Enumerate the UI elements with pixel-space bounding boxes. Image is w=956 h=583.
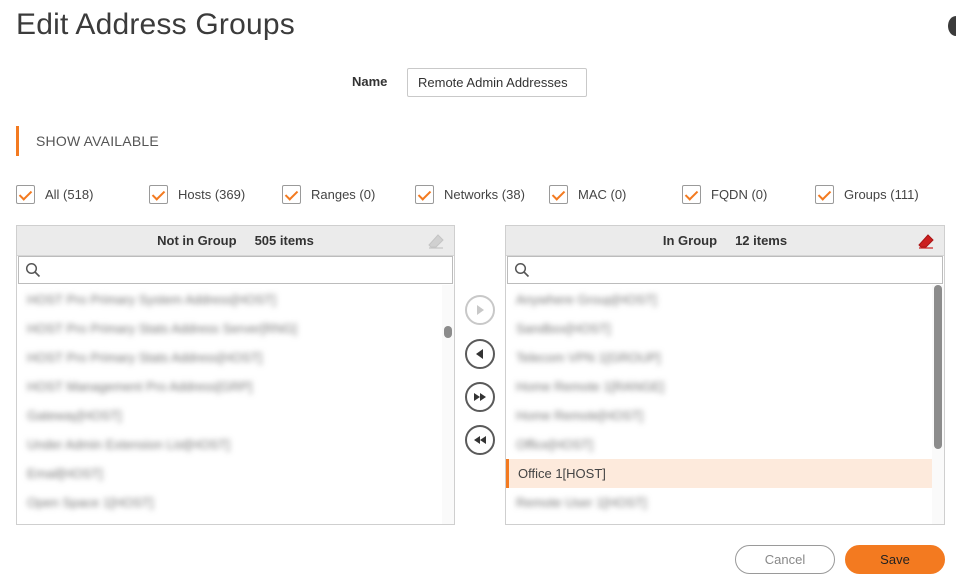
page-title: Edit Address Groups xyxy=(16,8,295,41)
filter-checkbox[interactable] xyxy=(549,185,568,204)
not-in-group-list: HOST Pro Primary System Address[HOST] HOS… xyxy=(17,285,442,524)
list-item[interactable]: HOST Pro Primary Stats Address Server[RN… xyxy=(17,314,442,343)
search-icon xyxy=(514,262,530,278)
list-item[interactable]: Sandbox[HOST] xyxy=(506,314,932,343)
list-item[interactable]: Gateway[HOST] xyxy=(17,401,442,430)
eraser-icon xyxy=(428,234,444,249)
filter-checkbox[interactable] xyxy=(282,185,301,204)
in-group-search[interactable] xyxy=(507,256,943,284)
in-group-count: 12 items xyxy=(735,233,788,248)
filter-label: FQDN (0) xyxy=(711,187,768,202)
play-left-icon xyxy=(476,349,483,359)
move-right-button[interactable] xyxy=(465,295,495,325)
in-group-header: In Group 12 items xyxy=(506,226,944,256)
name-label: Name xyxy=(352,74,388,89)
list-item[interactable]: Office[HOST] xyxy=(506,430,932,459)
save-button[interactable]: Save xyxy=(845,545,945,574)
scrollbar-thumb[interactable] xyxy=(934,285,942,449)
list-item[interactable]: Anywhere Group[HOST] xyxy=(506,285,932,314)
show-available-header: SHOW AVAILABLE xyxy=(16,126,159,156)
search-icon xyxy=(25,262,41,278)
cancel-button[interactable]: Cancel xyxy=(735,545,835,574)
fast-forward-icon xyxy=(474,393,486,401)
filter-label: Hosts (369) xyxy=(178,187,246,202)
filter-checkbox[interactable] xyxy=(415,185,434,204)
move-all-right-button[interactable] xyxy=(465,382,495,412)
close-icon[interactable] xyxy=(948,16,956,36)
list-item-selected[interactable]: Office 1[HOST] xyxy=(506,459,932,488)
filter-label: Ranges (0) xyxy=(311,187,376,202)
in-group-list: Anywhere Group[HOST] Sandbox[HOST] Telecom… xyxy=(506,285,932,524)
filter-checkbox[interactable] xyxy=(149,185,168,204)
list-item[interactable]: Email[HOST] xyxy=(17,459,442,488)
filter-checkbox[interactable] xyxy=(815,185,834,204)
filter-checkbox[interactable] xyxy=(16,185,35,204)
list-item[interactable]: HOST Management Pro Address[GRP] xyxy=(17,372,442,401)
list-item[interactable]: Remote User 1[HOST] xyxy=(506,488,932,517)
list-item[interactable]: HOST Pro Primary System Address[HOST] xyxy=(17,285,442,314)
filter-option[interactable]: Ranges (0) xyxy=(282,185,375,204)
play-right-icon xyxy=(477,305,484,315)
list-item[interactable]: Open Space 1[HOST] xyxy=(17,488,442,517)
not-in-group-title: Not in Group xyxy=(157,233,237,248)
list-item[interactable]: Home Remote 1[RANGE] xyxy=(506,372,932,401)
filter-label: Groups (111) xyxy=(844,187,919,202)
list-item[interactable]: Under Admin Extension List[HOST] xyxy=(17,430,442,459)
filter-option[interactable]: FQDN (0) xyxy=(682,185,767,204)
filter-option[interactable]: Groups (111) xyxy=(815,185,919,204)
filter-option[interactable]: Networks (38) xyxy=(415,185,525,204)
in-group-title: In Group xyxy=(662,233,718,248)
not-in-group-count: 505 items xyxy=(254,233,314,248)
filter-label: All (518) xyxy=(45,187,94,202)
move-all-left-button[interactable] xyxy=(465,425,495,455)
filter-label: Networks (38) xyxy=(444,187,525,202)
in-group-scrollbar[interactable] xyxy=(932,285,944,524)
scrollbar-thumb[interactable] xyxy=(444,326,452,338)
filter-checkbox[interactable] xyxy=(682,185,701,204)
filter-label: MAC (0) xyxy=(578,187,627,202)
list-item[interactable]: Home Remote[HOST] xyxy=(506,401,932,430)
not-in-group-panel: Not in Group 505 items HOST Pro Primary … xyxy=(16,225,455,525)
list-item[interactable]: HOST Pro Primary Stats Address[HOST] xyxy=(17,343,442,372)
filter-option[interactable]: All (518) xyxy=(16,185,93,204)
not-in-group-scrollbar[interactable] xyxy=(442,285,454,524)
in-group-panel: In Group 12 items Anywhere Group[HOST] Sa… xyxy=(505,225,945,525)
not-in-group-search[interactable] xyxy=(18,256,453,284)
filter-option[interactable]: Hosts (369) xyxy=(149,185,245,204)
filter-option[interactable]: MAC (0) xyxy=(549,185,626,204)
not-in-group-header: Not in Group 505 items xyxy=(17,226,454,256)
name-input[interactable] xyxy=(407,68,587,97)
list-item[interactable]: Telecom VPN 1[GROUP] xyxy=(506,343,932,372)
move-left-button[interactable] xyxy=(465,339,495,369)
clear-eraser-icon[interactable] xyxy=(918,234,934,249)
rewind-icon xyxy=(474,436,486,444)
